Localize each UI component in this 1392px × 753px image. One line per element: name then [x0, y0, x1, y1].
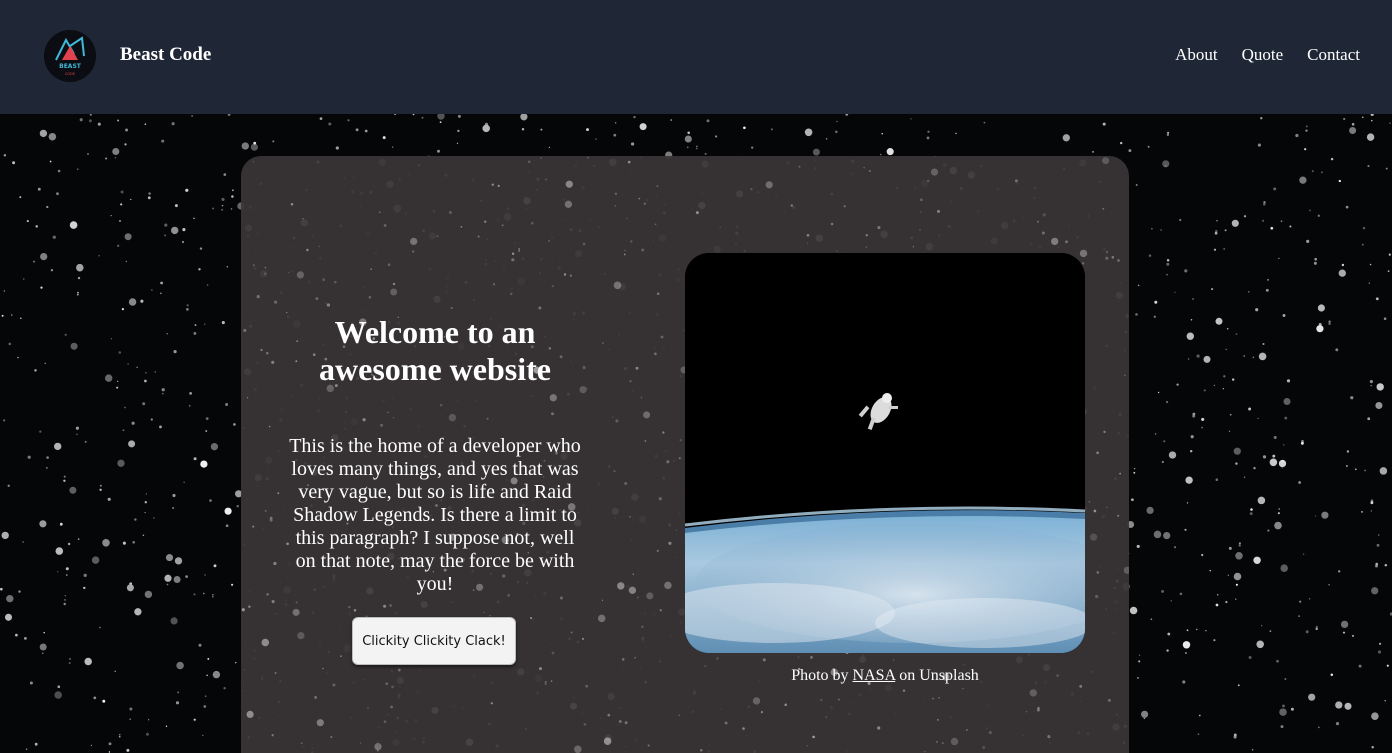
svg-text:CODE: CODE — [65, 72, 75, 76]
nav-link-about[interactable]: About — [1175, 45, 1218, 65]
site-header: BEAST CODE Beast Code About Quote Contac… — [0, 0, 1392, 114]
svg-text:BEAST: BEAST — [59, 63, 82, 70]
hero-paragraph: This is the home of a developer who love… — [289, 435, 581, 595]
brand-logo-icon[interactable]: BEAST CODE — [44, 30, 96, 82]
hero-card: Welcome to an awesome website This is th… — [241, 156, 1129, 753]
main-nav: About Quote Contact — [1175, 45, 1360, 65]
credit-suffix: on Unsplash — [899, 667, 979, 684]
nav-link-contact[interactable]: Contact — [1307, 45, 1360, 65]
hero-title: Welcome to an awesome website — [319, 314, 551, 387]
nav-link-quote[interactable]: Quote — [1242, 45, 1284, 65]
credit-link-nasa[interactable]: NASA — [853, 667, 896, 684]
astronaut-photo — [685, 253, 1085, 653]
brand-name[interactable]: Beast Code — [120, 44, 211, 66]
credit-prefix: Photo by — [791, 667, 849, 684]
photo-credit: Photo by NASA on Unsplash — [685, 667, 1085, 685]
cta-button[interactable]: Clickity Clickity Clack! — [352, 617, 516, 665]
